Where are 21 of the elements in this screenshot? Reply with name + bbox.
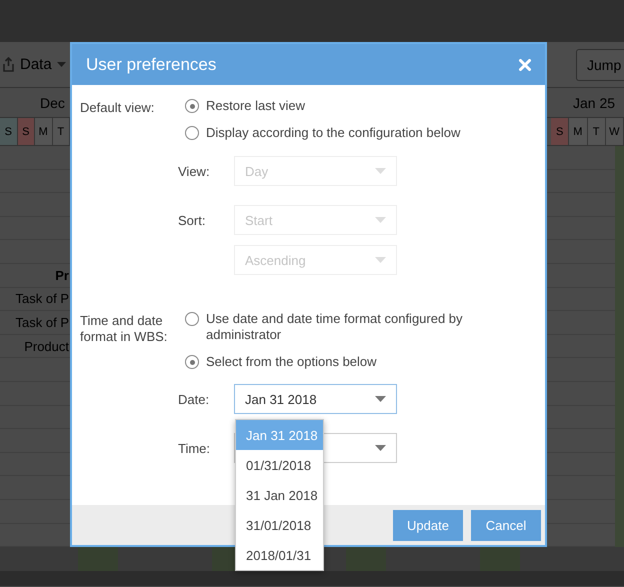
- day-label: S: [18, 118, 35, 145]
- day-label: W: [606, 118, 624, 145]
- day-label: T: [52, 118, 70, 145]
- field-label: Date:: [178, 392, 210, 406]
- day-label: M: [569, 118, 588, 145]
- day-label: M: [35, 118, 52, 145]
- field-label: Time:: [178, 440, 212, 456]
- dialog-title: User preferences: [86, 54, 216, 74]
- task-name: Task of P: [16, 314, 70, 330]
- day-label: T: [588, 118, 606, 145]
- task-name: Pr: [55, 268, 70, 283]
- field-label: Default view:: [80, 99, 156, 117]
- month-label: Dec: [40, 94, 65, 110]
- task-name: Product: [24, 338, 70, 354]
- month-label: Jan 25: [573, 94, 616, 110]
- field-label: View:: [178, 164, 211, 178]
- field-label: Time and date format in WBS:: [80, 312, 168, 346]
- task-name: Task of P: [16, 291, 70, 306]
- day-label: S: [551, 118, 570, 145]
- day-label: S: [0, 118, 18, 145]
- field-label: Sort:: [178, 212, 206, 228]
